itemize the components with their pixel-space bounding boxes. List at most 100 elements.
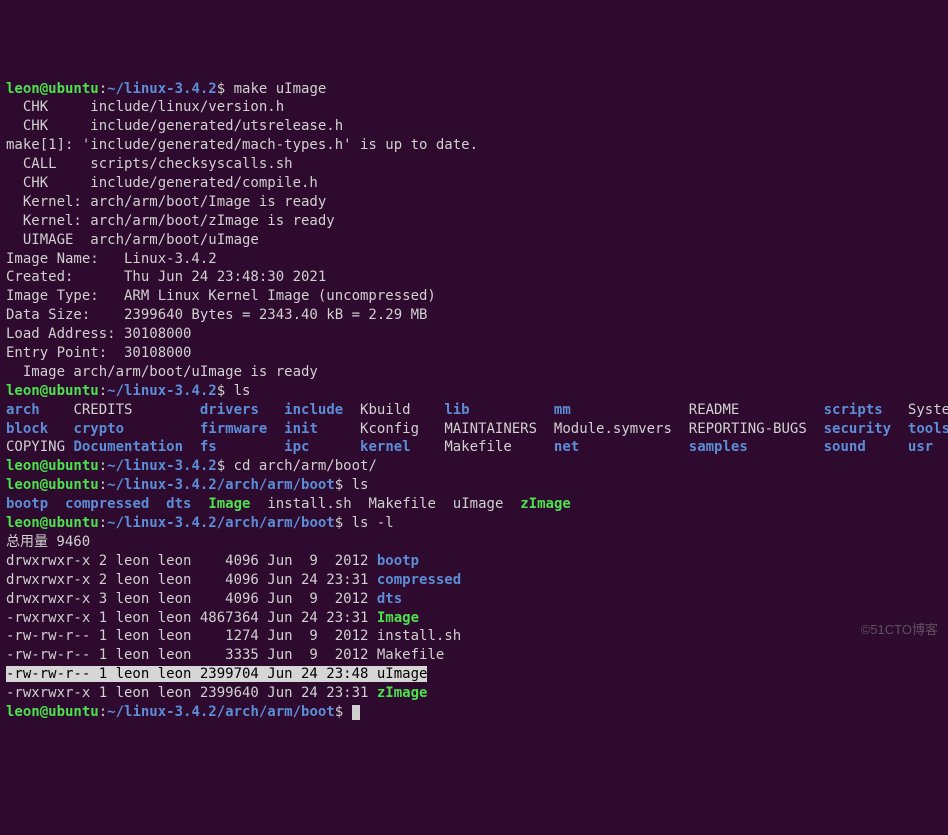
output-line: Created: Thu Jun 24 23:48:30 2021	[6, 268, 942, 287]
ls-entry: zImage	[520, 496, 571, 512]
ls-entry: net	[554, 439, 689, 455]
output-line: Load Address: 30108000	[6, 325, 942, 344]
ls-entry: usr	[908, 439, 948, 455]
output-line: Entry Point: 30108000	[6, 344, 942, 363]
prompt-path: ~/linux-3.4.2	[107, 81, 217, 97]
file-name: Image	[377, 610, 419, 626]
file-name: dts	[377, 591, 402, 607]
ls-entry: mm	[554, 402, 689, 418]
output-line: 总用量 9460	[6, 533, 942, 552]
ls-entry: System.map	[908, 402, 948, 418]
ls-entry: Makefile	[444, 439, 554, 455]
ls-entry: uImage	[453, 496, 504, 512]
ls-entry: scripts	[824, 402, 908, 418]
ls-entry: Image	[208, 496, 250, 512]
output-line: Kernel: arch/arm/boot/Image is ready	[6, 193, 942, 212]
prompt-path: ~/linux-3.4.2/arch/arm/boot	[107, 477, 335, 493]
prompt-user: leon@ubuntu	[6, 383, 99, 399]
prompt-user: leon@ubuntu	[6, 704, 99, 720]
ls-entry: sound	[824, 439, 908, 455]
prompt-line[interactable]: leon@ubuntu:~/linux-3.4.2/arch/arm/boot$…	[6, 514, 942, 533]
ls-row: bootp compressed dts Image install.sh Ma…	[6, 495, 942, 514]
ls-entry: security	[824, 421, 908, 437]
ls-entry: init	[284, 421, 360, 437]
ls-l-row: -rw-rw-r-- 1 leon leon 1274 Jun 9 2012 i…	[6, 627, 942, 646]
prompt-user: leon@ubuntu	[6, 477, 99, 493]
ls-l-row: -rwxrwxr-x 1 leon leon 4867364 Jun 24 23…	[6, 609, 942, 628]
output-line: UIMAGE arch/arm/boot/uImage	[6, 231, 942, 250]
ls-entry: MAINTAINERS	[444, 421, 554, 437]
ls-l-row: drwxrwxr-x 2 leon leon 4096 Jun 24 23:31…	[6, 571, 942, 590]
ls-entry: Documentation	[73, 439, 199, 455]
ls-entry: lib	[444, 402, 554, 418]
ls-entry: install.sh	[267, 496, 351, 512]
prompt-line[interactable]: leon@ubuntu:~/linux-3.4.2/arch/arm/boot$	[6, 703, 942, 722]
ls-entry: COPYING	[6, 439, 73, 455]
ls-entry: Makefile	[369, 496, 436, 512]
ls-l-row: drwxrwxr-x 2 leon leon 4096 Jun 9 2012 b…	[6, 552, 942, 571]
prompt-line[interactable]: leon@ubuntu:~/linux-3.4.2$ make uImage	[6, 80, 942, 99]
prompt-user: leon@ubuntu	[6, 81, 99, 97]
prompt-line[interactable]: leon@ubuntu:~/linux-3.4.2$ cd arch/arm/b…	[6, 457, 942, 476]
prompt-path: ~/linux-3.4.2/arch/arm/boot	[107, 515, 335, 531]
ls-row: block crypto firmware init Kconfig MAINT…	[6, 420, 942, 439]
file-name: install.sh	[377, 628, 461, 644]
ls-entry: REPORTING-BUGS	[689, 421, 824, 437]
ls-l-row: -rw-rw-r-- 1 leon leon 2399704 Jun 24 23…	[6, 665, 942, 684]
ls-entry: README	[689, 402, 824, 418]
command-text: ls -l	[352, 515, 394, 531]
ls-entry: arch	[6, 402, 73, 418]
ls-entry: samples	[689, 439, 824, 455]
ls-entry: Module.symvers	[554, 421, 689, 437]
file-name: Makefile	[377, 647, 444, 663]
output-line: Image Type: ARM Linux Kernel Image (unco…	[6, 287, 942, 306]
ls-entry: ipc	[284, 439, 360, 455]
output-line: CHK include/linux/version.h	[6, 98, 942, 117]
prompt-path: ~/linux-3.4.2/arch/arm/boot	[107, 704, 335, 720]
output-line: CHK include/generated/compile.h	[6, 174, 942, 193]
prompt-path: ~/linux-3.4.2	[107, 383, 217, 399]
file-name: compressed	[377, 572, 461, 588]
ls-entry: Kconfig	[360, 421, 444, 437]
ls-l-row: -rwxrwxr-x 1 leon leon 2399640 Jun 24 23…	[6, 684, 942, 703]
watermark: ©51CTO博客	[861, 621, 938, 639]
output-line: CHK include/generated/utsrelease.h	[6, 117, 942, 136]
command-text: ls	[234, 383, 251, 399]
prompt-line[interactable]: leon@ubuntu:~/linux-3.4.2$ ls	[6, 382, 942, 401]
ls-entry: Kbuild	[360, 402, 444, 418]
cursor	[352, 705, 360, 720]
command-text: cd arch/arm/boot/	[234, 458, 377, 474]
ls-entry: firmware	[200, 421, 284, 437]
ls-entry: include	[284, 402, 360, 418]
prompt-line[interactable]: leon@ubuntu:~/linux-3.4.2/arch/arm/boot$…	[6, 476, 942, 495]
command-text: ls	[352, 477, 369, 493]
ls-entry: crypto	[73, 421, 199, 437]
ls-entry: fs	[200, 439, 284, 455]
ls-entry: compressed	[65, 496, 149, 512]
terminal-output[interactable]: leon@ubuntu:~/linux-3.4.2$ make uImage C…	[6, 80, 942, 722]
ls-entry: bootp	[6, 496, 48, 512]
file-name: zImage	[377, 685, 428, 701]
output-line: Image arch/arm/boot/uImage is ready	[6, 363, 942, 382]
file-name: bootp	[377, 553, 419, 569]
ls-entry: CREDITS	[73, 402, 199, 418]
ls-entry: drivers	[200, 402, 284, 418]
ls-row: COPYING Documentation fs ipc kernel Make…	[6, 438, 942, 457]
prompt-user: leon@ubuntu	[6, 515, 99, 531]
command-text: make uImage	[234, 81, 327, 97]
ls-row: arch CREDITS drivers include Kbuild lib …	[6, 401, 942, 420]
prompt-path: ~/linux-3.4.2	[107, 458, 217, 474]
ls-l-row: -rw-rw-r-- 1 leon leon 3335 Jun 9 2012 M…	[6, 646, 942, 665]
output-line: CALL scripts/checksyscalls.sh	[6, 155, 942, 174]
output-line: Image Name: Linux-3.4.2	[6, 250, 942, 269]
output-line: Data Size: 2399640 Bytes = 2343.40 kB = …	[6, 306, 942, 325]
ls-entry: block	[6, 421, 73, 437]
output-line: Kernel: arch/arm/boot/zImage is ready	[6, 212, 942, 231]
ls-entry: tools	[908, 421, 948, 437]
ls-l-row: drwxrwxr-x 3 leon leon 4096 Jun 9 2012 d…	[6, 590, 942, 609]
highlighted-entry: -rw-rw-r-- 1 leon leon 2399704 Jun 24 23…	[6, 666, 427, 682]
ls-entry: kernel	[360, 439, 444, 455]
output-line: make[1]: 'include/generated/mach-types.h…	[6, 136, 942, 155]
prompt-user: leon@ubuntu	[6, 458, 99, 474]
ls-entry: dts	[166, 496, 191, 512]
